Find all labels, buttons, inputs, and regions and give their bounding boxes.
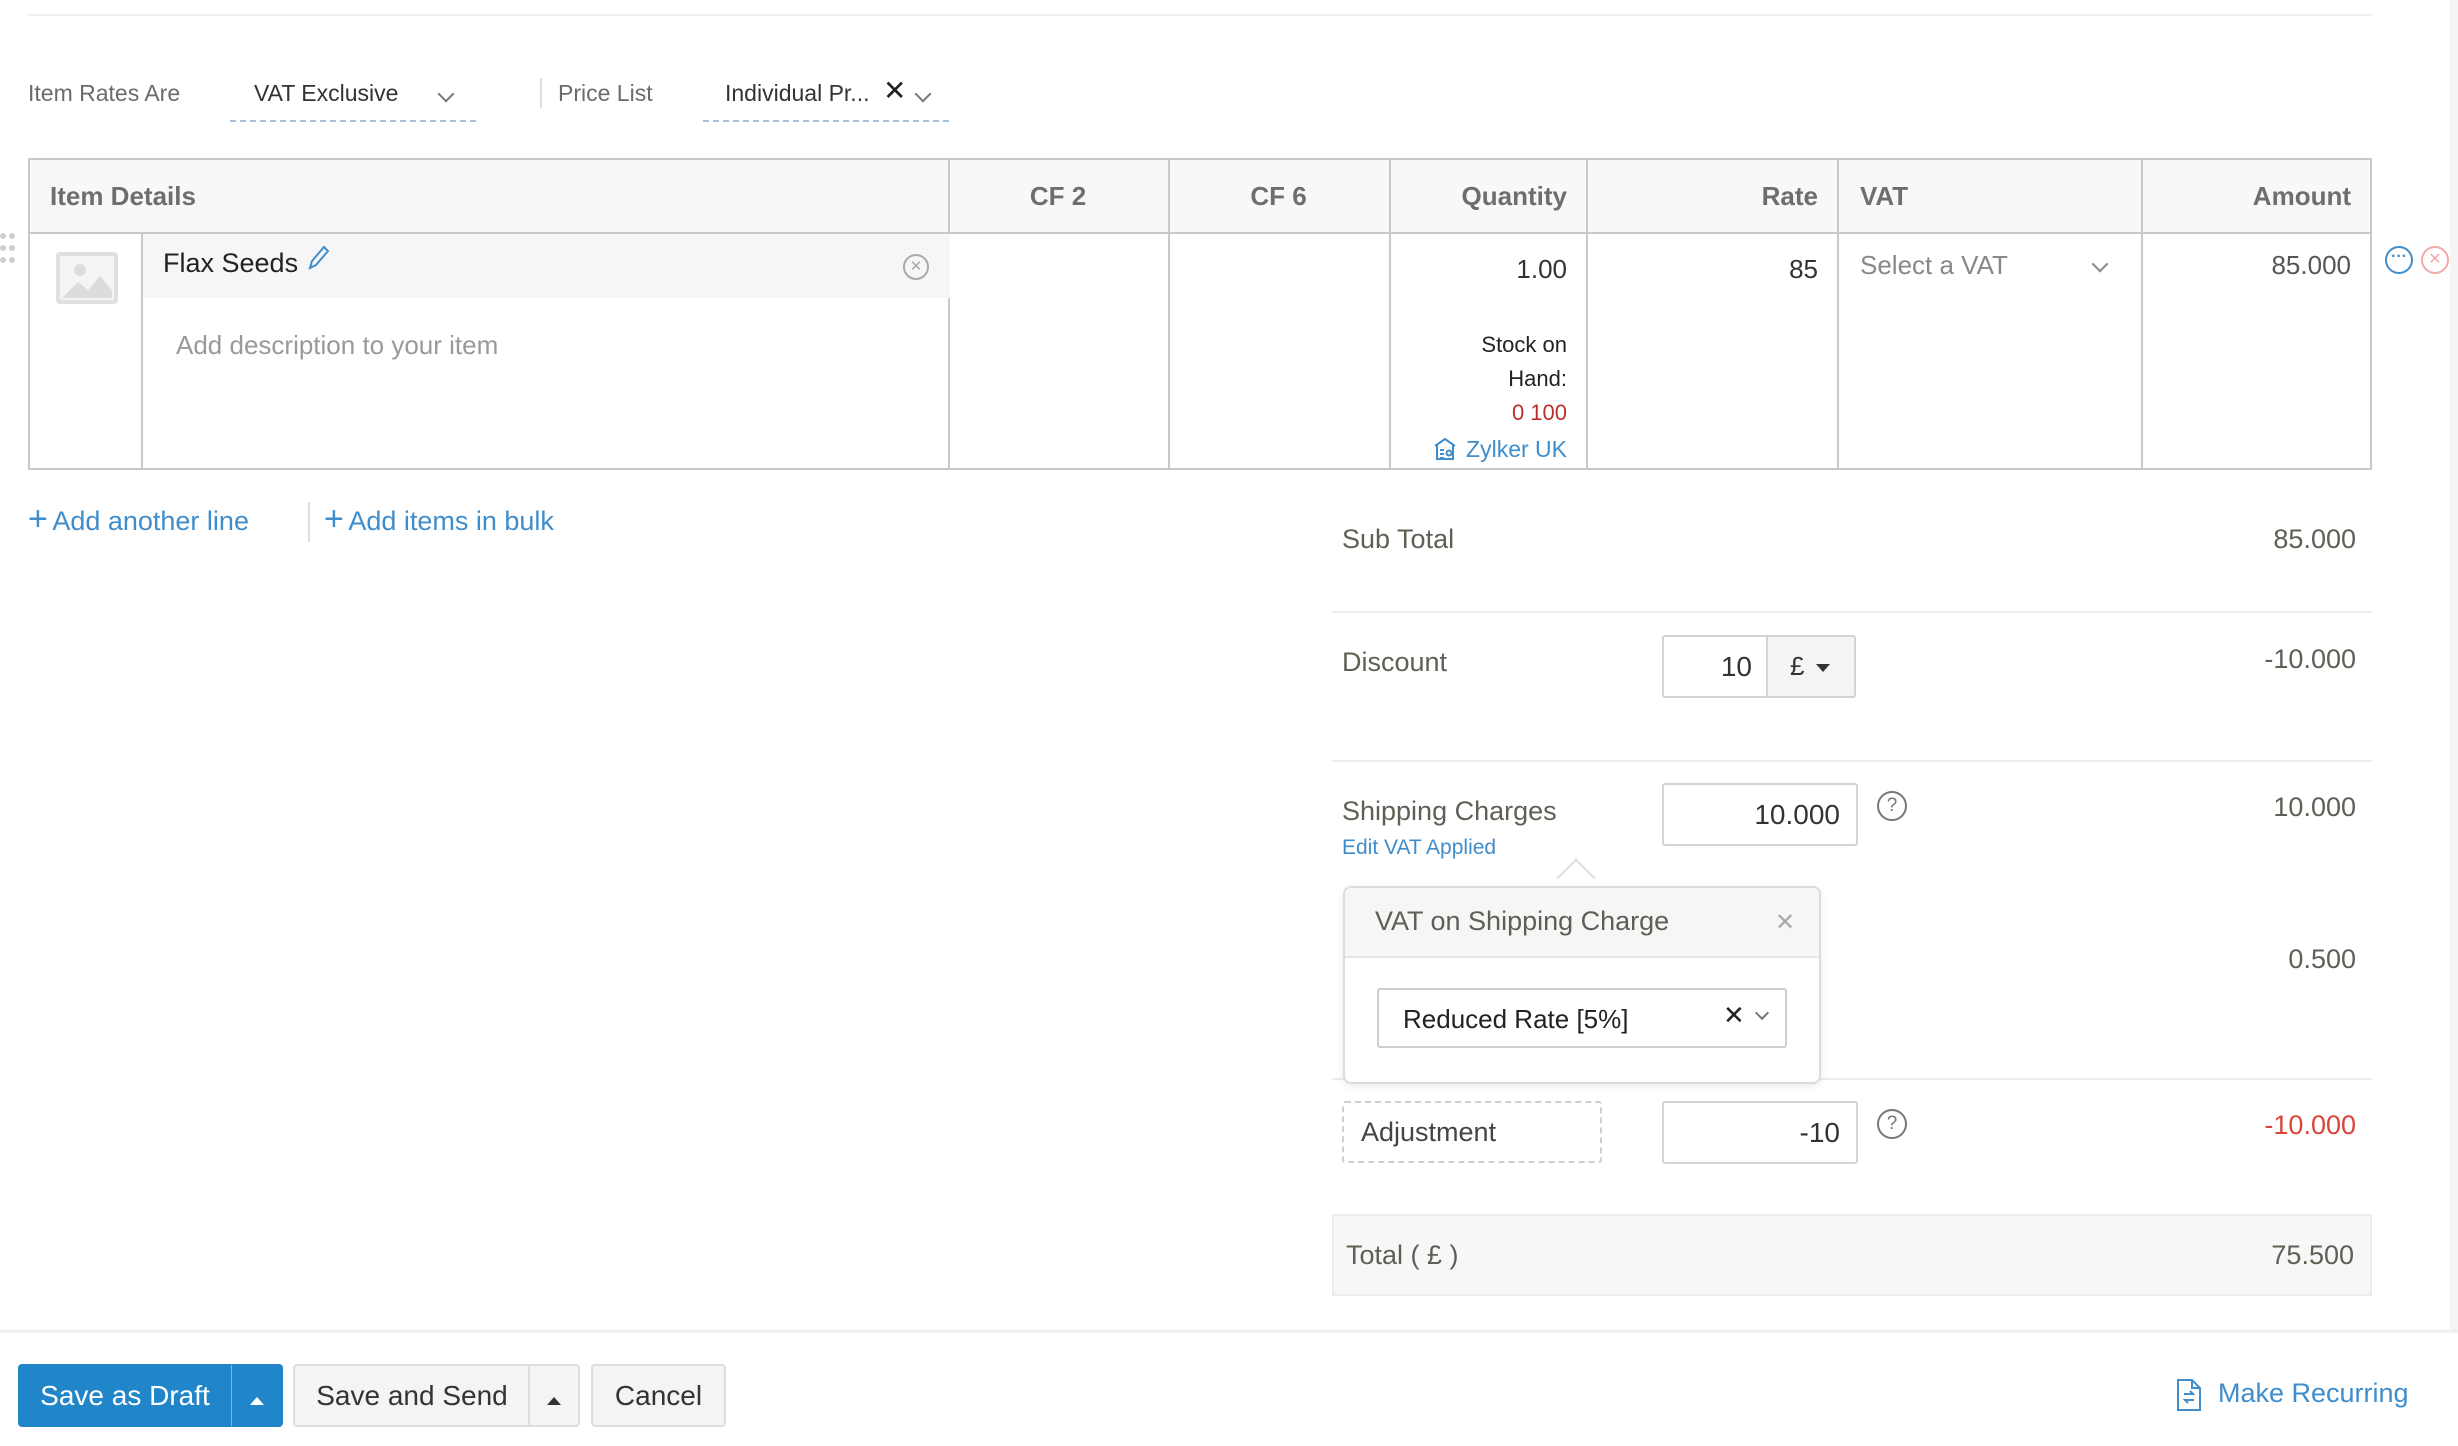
chevron-down-icon [437, 85, 455, 103]
total-row: Total ( £ ) 75.500 [1332, 1214, 2372, 1296]
stock-label: Stock on [1481, 332, 1567, 357]
scrollbar[interactable] [2450, 0, 2458, 1330]
edit-pencil-icon[interactable] [306, 244, 330, 277]
stock-value: 0 100 [1511, 400, 1567, 425]
quantity-input[interactable]: 1.00 [1389, 254, 1567, 285]
adjustment-value: -10.000 [2264, 1110, 2356, 1140]
drag-handle[interactable] [0, 233, 16, 267]
sub-total-value: 85.000 [2273, 524, 2356, 554]
save-send-options-button[interactable] [528, 1364, 580, 1427]
adjustment-label-input[interactable]: Adjustment [1342, 1101, 1602, 1163]
header-amount: Amount [2252, 181, 2351, 211]
item-name: Flax Seeds [163, 248, 299, 278]
save-and-send-button[interactable]: Save and Send [293, 1364, 529, 1427]
top-divider [28, 14, 2372, 16]
save-as-draft-button[interactable]: Save as Draft [18, 1364, 232, 1427]
vat-select[interactable]: Select a VAT [1860, 242, 2125, 292]
description-input[interactable]: Add description to your item [176, 330, 498, 361]
discount-label: Discount [1342, 647, 1448, 677]
item-name-field[interactable]: Flax Seeds ✕ [143, 234, 950, 298]
close-icon[interactable]: ✕ [1775, 908, 1795, 937]
more-options-icon[interactable]: ··· [2385, 246, 2413, 274]
item-image-placeholder-icon[interactable] [56, 252, 118, 304]
item-rates-select[interactable]: VAT Exclusive [230, 70, 476, 122]
header-cf2: CF 2 [1029, 181, 1087, 211]
item-table: Item Details CF 2 CF 6 Quantity Rate VAT… [28, 158, 2372, 470]
vat-placeholder: Select a VAT [1860, 250, 2008, 280]
amount-value: 85.000 [2271, 250, 2351, 280]
caret-up-icon [547, 1397, 561, 1405]
footer-divider [0, 1330, 2458, 1334]
shipping-input[interactable]: 10.000 [1662, 783, 1858, 846]
vat-value: 0.500 [2288, 944, 2356, 974]
clear-icon[interactable]: ✕ [883, 74, 906, 107]
header-cf6: CF 6 [1250, 181, 1307, 211]
vat-rate-value: Reduced Rate [5%] [1403, 1004, 1629, 1034]
shipping-label: Shipping Charges [1342, 796, 1557, 826]
header-vat: VAT [1860, 181, 1909, 211]
caret-up-icon [249, 1397, 264, 1405]
add-another-line-link[interactable]: + Add another line [28, 500, 249, 539]
warehouse-link[interactable]: Zylker UK [1389, 436, 1567, 463]
help-icon[interactable]: ? [1877, 1109, 1907, 1139]
plus-icon: + [28, 500, 48, 538]
table-header: Item Details CF 2 CF 6 Quantity Rate VAT… [30, 160, 2370, 234]
shipping-value: 10.000 [2273, 792, 2356, 822]
item-rates-label: Item Rates Are [28, 80, 181, 106]
edit-vat-applied-link[interactable]: Edit VAT Applied [1342, 836, 1496, 860]
save-draft-options-button[interactable] [231, 1364, 283, 1427]
divider [308, 502, 310, 542]
price-list-label: Price List [558, 80, 653, 106]
adjustment-input[interactable]: -10 [1662, 1101, 1858, 1164]
caret-down-icon [1815, 664, 1830, 673]
cancel-button[interactable]: Cancel [591, 1364, 726, 1427]
chevron-down-icon [914, 85, 932, 103]
recurring-document-icon [2176, 1378, 2202, 1417]
clear-item-icon[interactable]: ✕ [903, 254, 929, 280]
price-list-value: Individual Pr... [725, 80, 870, 106]
header-rate: Rate [1761, 181, 1818, 211]
divider [540, 78, 542, 108]
vat-rate-select[interactable]: Reduced Rate [5%] ✕ [1377, 988, 1787, 1048]
discount-unit-select[interactable]: £ [1766, 635, 1856, 698]
total-value: 75.500 [2271, 1240, 2354, 1270]
remove-row-icon[interactable]: ✕ [2421, 246, 2449, 274]
discount-input[interactable]: 10 [1662, 635, 1768, 698]
sub-total-label: Sub Total [1342, 524, 1455, 554]
item-rates-value: VAT Exclusive [254, 80, 399, 106]
help-icon[interactable]: ? [1877, 791, 1907, 821]
chevron-down-icon [2091, 255, 2109, 273]
header-quantity: Quantity [1461, 181, 1567, 211]
total-label: Total ( £ ) [1346, 1240, 1459, 1270]
popover-title: VAT on Shipping Charge [1375, 906, 1670, 936]
plus-icon: + [324, 500, 344, 538]
discount-value: -10.000 [2264, 644, 2356, 674]
chevron-down-icon [1754, 1005, 1770, 1021]
header-item-details: Item Details [50, 181, 196, 211]
clear-icon[interactable]: ✕ [1723, 1000, 1745, 1031]
price-list-select[interactable]: Individual Pr... ✕ [703, 70, 949, 122]
add-items-bulk-link[interactable]: + Add items in bulk [324, 500, 554, 539]
vat-shipping-popover: VAT on Shipping Charge ✕ Reduced Rate [5… [1343, 886, 1821, 1084]
rate-input[interactable]: 85 [1586, 254, 1818, 285]
stock-label-2: Hand: [1508, 366, 1567, 391]
